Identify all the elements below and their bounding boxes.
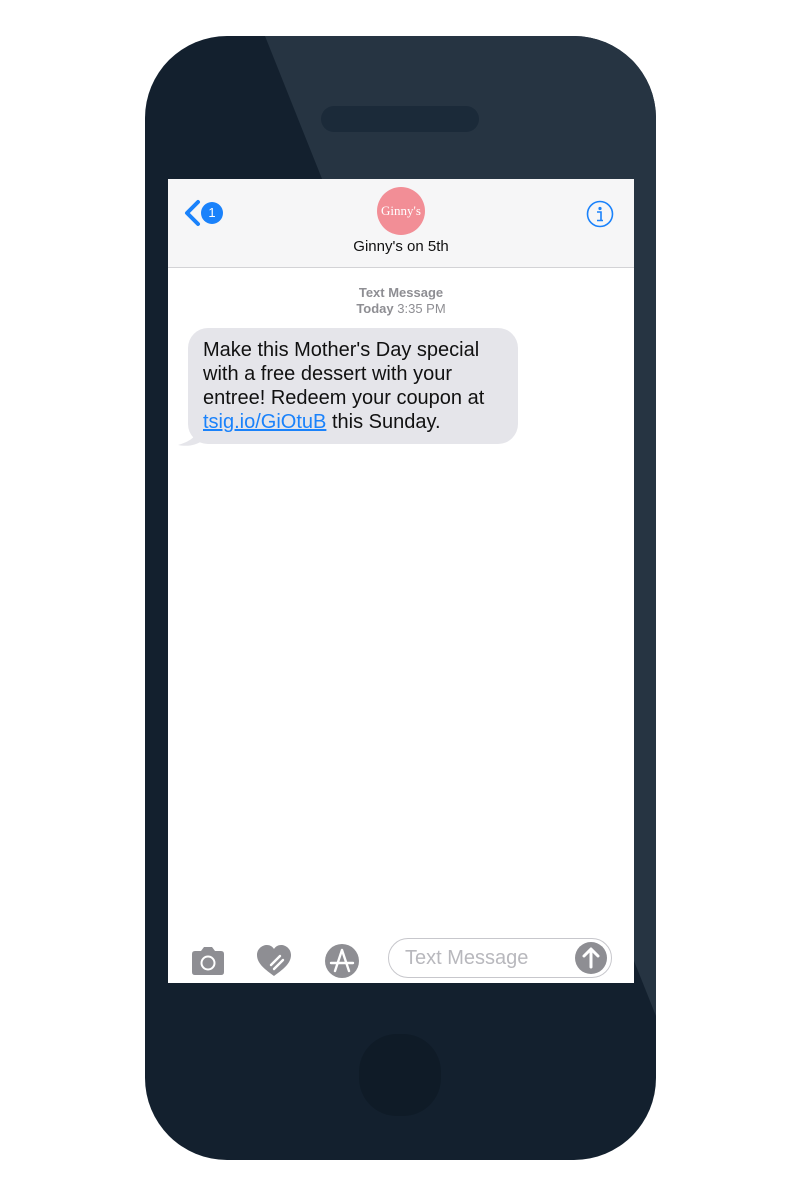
incoming-message-bubble: Make this Mother's Day special with a fr… [188,328,518,444]
timestamp-day: Today [356,301,394,316]
back-chevron-icon[interactable] [182,199,202,227]
coupon-link[interactable]: tsig.io/GiOtuB [203,411,326,433]
unread-count-badge[interactable]: 1 [201,202,223,224]
compose-bar [168,933,634,983]
send-button[interactable] [575,942,607,974]
info-icon[interactable] [586,200,614,228]
home-button[interactable] [359,1034,441,1116]
send-arrow-icon [582,947,600,969]
message-timestamp: Today 3:35 PM [168,301,634,316]
digital-touch-icon[interactable] [254,943,294,979]
message-text-end: this Sunday. [326,411,441,433]
contact-name[interactable]: Ginny's on 5th [168,238,634,255]
messages-screen: 1 Ginny's Ginny's on 5th Text Message To… [168,179,634,983]
app-store-icon[interactable] [322,943,362,979]
message-service-label: Text Message [358,285,444,300]
earpiece-speaker [321,106,479,132]
conversation-header: 1 Ginny's Ginny's on 5th [168,179,634,268]
timestamp-time: 3:35 PM [397,301,446,316]
contact-avatar[interactable]: Ginny's [377,187,425,235]
message-text: Make this Mother's Day special with a fr… [203,339,485,409]
camera-icon[interactable] [188,943,228,979]
